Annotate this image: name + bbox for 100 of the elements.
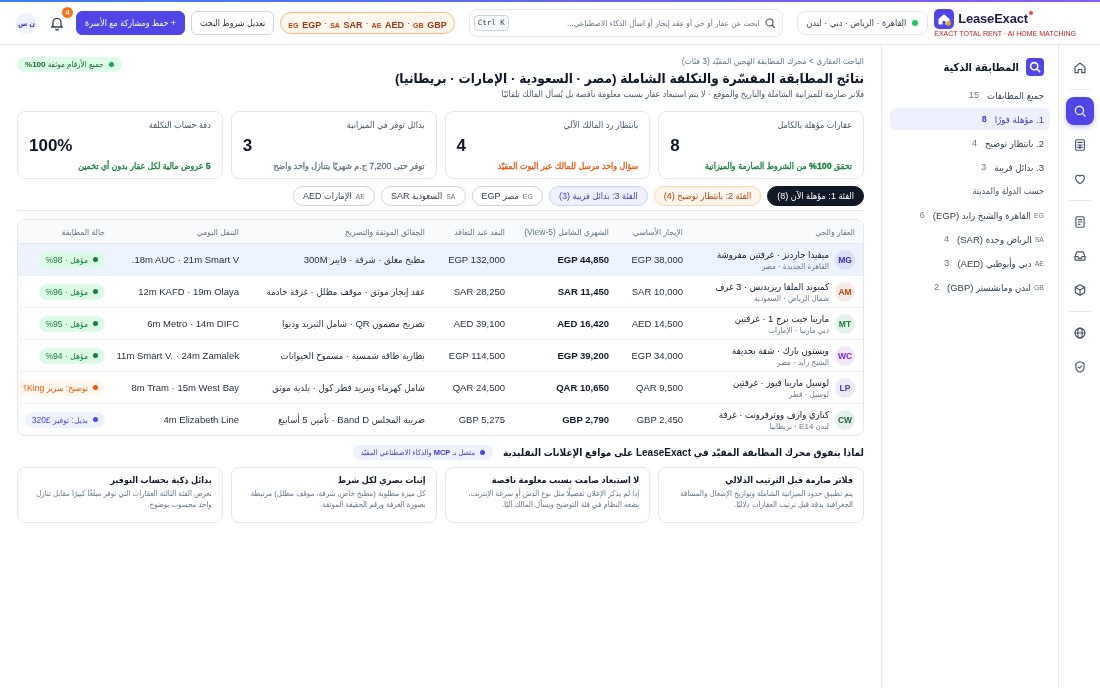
match-status-text: بديل: توفير £320 bbox=[31, 414, 88, 425]
table-cell: EGP 38,000 bbox=[617, 243, 691, 276]
table-cell: QAR 24,500 bbox=[433, 371, 513, 404]
initials-avatar: MT bbox=[835, 313, 855, 334]
property-name: كناري وارف ووترفرونت · غرفة bbox=[718, 407, 829, 421]
search-icon bbox=[763, 17, 776, 29]
stat-value: 3 bbox=[242, 136, 253, 155]
property-name: كمبوند الملقا ريزيدنس · 3 غرف bbox=[715, 279, 829, 293]
table-cell: EGP 34,000 bbox=[617, 339, 691, 372]
search-nav-button[interactable] bbox=[1065, 97, 1094, 125]
property-name: لوسيل مارينا فيوز · غرفتين bbox=[733, 375, 829, 389]
table-cell: عقد إيجار موثق · موقف مظلل · غرفة خادمة bbox=[247, 275, 433, 308]
accent-dot-icon bbox=[1028, 10, 1033, 15]
table-cell: SAR 11,450 bbox=[513, 275, 617, 308]
table-cell: ضريبة المجلس Band D · تأمين 5 أسابيع bbox=[247, 403, 433, 435]
column-header: حالة المطابقة bbox=[18, 220, 113, 244]
search-icon bbox=[1072, 104, 1087, 118]
property-location: لوسيل · قطر bbox=[787, 388, 829, 400]
feature-title: بدائل ذكية بحساب التوفير bbox=[109, 475, 212, 485]
search-icon bbox=[1026, 58, 1044, 76]
table-cell: GBP 5,275 bbox=[433, 403, 513, 435]
heart-icon bbox=[1072, 172, 1087, 186]
stat-note: توفر حتى 7,200 ج.م شهريًا بتنازل واحد واضح bbox=[272, 161, 425, 171]
stat-value: 8 bbox=[670, 136, 680, 155]
table-cell: 6m Metro · 14m DIFC bbox=[113, 307, 247, 340]
table-cell: AED 39,100 bbox=[433, 307, 513, 340]
calculator-icon bbox=[1072, 138, 1087, 152]
status-dot-icon bbox=[480, 450, 485, 455]
inbox-icon bbox=[1072, 249, 1087, 263]
stat-label: دقة حساب التكلفة bbox=[147, 120, 211, 130]
section-title: لماذا يتفوق محرك المطابقة المقيّد في LeaseExact على مواقع الإعلانات التقليدية bbox=[503, 447, 864, 458]
table-cell: 11m Smart V. · 24m Zamalek bbox=[113, 339, 247, 372]
filter-chip[interactable]: الفئة 1: مؤهلة الآن (8) bbox=[767, 186, 864, 206]
property-location: الشيخ زايد · مصر bbox=[775, 356, 829, 368]
edit-search-button[interactable]: تعديل شروط البحث bbox=[191, 11, 275, 35]
status-dot-icon bbox=[108, 62, 114, 67]
table-cell: تصريح مضمون QR · شامل التبريد وديوا bbox=[247, 307, 433, 340]
stat-label: عقارات مؤهلة بالكامل bbox=[776, 120, 852, 130]
property-location: القاهرة الجديدة · مصر bbox=[760, 260, 829, 272]
table-cell: بطارية طاقة شمسية · مسموح الحيوانات bbox=[247, 339, 433, 372]
table-cell: 12m KAFD · 19m Olaya bbox=[113, 275, 247, 308]
table-cell: شامل كهرماء وتبريد قطر كول · بلدية موثق bbox=[247, 371, 433, 404]
table-cell: 18m AUC · 21m Smart V. bbox=[113, 243, 247, 276]
status-dot-icon bbox=[93, 385, 98, 390]
property-location: دبي مارينا · الإمارات bbox=[767, 325, 829, 336]
column-header: الحقائق الموثقة والتصريح bbox=[247, 220, 433, 244]
status-dot-icon bbox=[93, 257, 98, 262]
cube-icon bbox=[1072, 283, 1087, 297]
stat-value: 4 bbox=[456, 136, 466, 155]
column-header: الإيجار الأساسي bbox=[617, 220, 691, 244]
table-cell: 4m Elizabeth Line bbox=[113, 403, 247, 435]
status-dot-icon bbox=[93, 321, 98, 326]
column-header: التنقل اليومي bbox=[113, 220, 247, 244]
property-location: لندن E14 · بريطانيا bbox=[768, 420, 829, 432]
house-logo-icon bbox=[934, 8, 955, 29]
table-cell: AED 16,420 bbox=[513, 307, 617, 340]
table-cell: مطبخ مغلق · شرفة · فايبر 300M bbox=[247, 243, 433, 276]
table-cell: SAR 28,250 bbox=[433, 275, 513, 308]
stat-value: 100% bbox=[29, 136, 73, 155]
sidebar-section-heading: حسب الدولة والمدينة bbox=[971, 185, 1045, 198]
property-location: شمال الرياض · السعودية bbox=[753, 292, 829, 304]
status-dot-icon bbox=[93, 289, 98, 294]
bell-icon bbox=[49, 15, 65, 31]
match-status-text: مؤهل · 96% bbox=[45, 286, 88, 297]
status-dot-icon bbox=[912, 20, 919, 26]
sidebar-title: المطابقة الذكية bbox=[943, 60, 1019, 74]
table-cell: EGP 44,850 bbox=[513, 243, 617, 276]
table-cell: GBP 2,450 bbox=[617, 403, 691, 435]
home-icon bbox=[1072, 61, 1087, 75]
initials-avatar: CW bbox=[835, 409, 855, 430]
table-cell: EGP 114,500 bbox=[433, 339, 513, 372]
filter-chip[interactable]: الفئة 2: بانتظار توضيح (4) bbox=[653, 186, 762, 206]
table-cell: 8m Tram · 15m West Bay bbox=[113, 371, 247, 404]
feature-title: إثبات بصري لكل شرط bbox=[336, 475, 426, 485]
stat-note: سؤال واحد مرسل للمالك عبر البوت المقيّد bbox=[496, 161, 639, 171]
match-status-text: مؤهل · 95% bbox=[45, 318, 88, 329]
table-cell: AED 14,500 bbox=[617, 307, 691, 340]
property-name: ميفيدا جاردنز · غرفتين مفروشة bbox=[717, 247, 829, 261]
status-dot-icon bbox=[93, 417, 98, 422]
filter-chip[interactable]: الفئة 3: بدائل قريبة (3) bbox=[549, 186, 648, 206]
feature-title: لا استبعاد صامت بسبب معلومة ناقصة bbox=[490, 475, 640, 485]
column-header: العقار والحي bbox=[691, 220, 863, 244]
match-status-text: مؤهل · 94% bbox=[45, 350, 88, 361]
initials-avatar: LP bbox=[835, 377, 855, 398]
match-status-text: توضيح: سرير King؟ bbox=[23, 382, 88, 393]
save-share-button[interactable]: + حفظ ومشاركة مع الأسرة bbox=[76, 11, 185, 35]
stat-label: بانتظار رد المالك الآلي bbox=[562, 120, 639, 130]
initials-avatar: MG bbox=[835, 249, 855, 270]
feature-title: فلاتر صارمة قبل الترتيب الدلالي bbox=[724, 475, 853, 485]
page-title: نتائج المطابقة المفسّرة والتكلفة الشاملة (مصر · السعودية · الإمارات · بريطانيا) bbox=[394, 70, 864, 88]
page-subtitle: فلاتر صارمة للميزانية الشاملة والتاريخ والموقع · لا يتم استبعاد عقار بسبب معلومة ناقصة بل يُسأل المالك تلقائيًا bbox=[500, 88, 864, 101]
property-name: ويستون بارك · شقة بحديقة bbox=[731, 343, 829, 357]
table-cell: GBP 2,790 bbox=[513, 403, 617, 435]
globe-icon bbox=[1072, 326, 1087, 340]
brand-name: LeaseExact bbox=[958, 10, 1028, 27]
stat-label: بدائل توفر في الميزانية bbox=[345, 120, 425, 130]
match-status-text: مؤهل · 98% bbox=[45, 254, 88, 265]
location-selector[interactable]: القاهرة · الرياض · دبي · لندن bbox=[796, 11, 929, 35]
table-cell: EGP 132,000 bbox=[433, 243, 513, 276]
table-cell: EGP 39,200 bbox=[513, 339, 617, 372]
